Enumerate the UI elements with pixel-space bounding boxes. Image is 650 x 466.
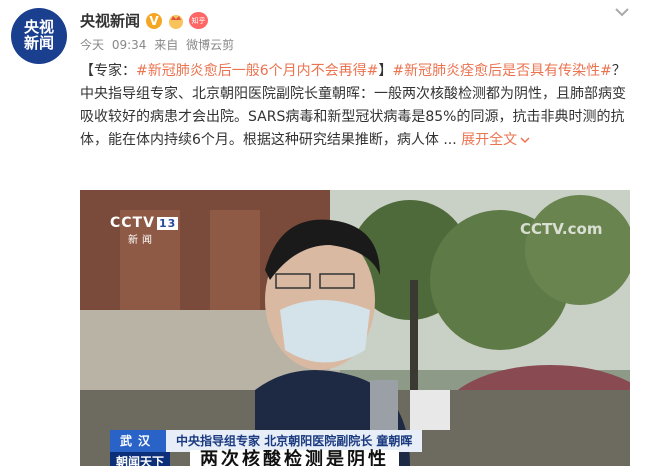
expand-label: 展开全文 (461, 132, 518, 148)
account-name[interactable]: 央视新闻 (80, 10, 140, 31)
avatar-line2: 新闻 (23, 34, 54, 52)
chevron-down-icon[interactable] (612, 2, 632, 22)
post-text: 【专家：#新冠肺炎愈后一般6个月内不会再得#】#新冠肺炎痊愈后是否具有传染性#？… (80, 60, 635, 152)
program-badge: 朝闻天下 (110, 452, 171, 466)
account-row: 央视新闻 V 知乎 (80, 10, 209, 31)
post-time: 09:34 (111, 38, 147, 52)
crown-icon (169, 14, 184, 29)
location-label: 武汉 (110, 430, 167, 452)
topic-link-1[interactable]: #新冠肺炎愈后一般6个月内不会再得# (136, 63, 378, 79)
channel-sub: 新闻 (128, 235, 156, 246)
post-meta: 今天 09:34 来自 微博云剪 (80, 36, 238, 53)
zhihu-badge-icon: 知乎 (189, 12, 209, 29)
expand-full-text-link[interactable]: 展开全文 (461, 132, 530, 148)
channel-logo: CCTV 13 新闻 (110, 215, 179, 246)
channel-logo-text: CCTV (110, 215, 155, 231)
cctv-watermark: CCTV.com (520, 220, 603, 238)
video-player[interactable]: CCTV 13 新闻 CCTV.com 武汉 中央指导组专家 北京朝阳医院副院长 … (80, 190, 630, 466)
topic-link-2[interactable]: #新冠肺炎痊愈后是否具有传染性# (392, 63, 611, 79)
chevron-down-icon (520, 137, 530, 144)
verified-icon: V (146, 12, 163, 29)
post-date: 今天 (80, 38, 105, 52)
post-source[interactable]: 微博云剪 (186, 38, 234, 52)
video-headline: 两次核酸检测是阴性 (190, 450, 399, 466)
source-prefix: 来自 (154, 38, 179, 52)
avatar[interactable]: 央视 新闻 (11, 8, 67, 64)
post-prefix: 【专家： (80, 63, 136, 79)
post-mid: 】 (378, 63, 393, 79)
channel-number: 13 (156, 217, 179, 230)
